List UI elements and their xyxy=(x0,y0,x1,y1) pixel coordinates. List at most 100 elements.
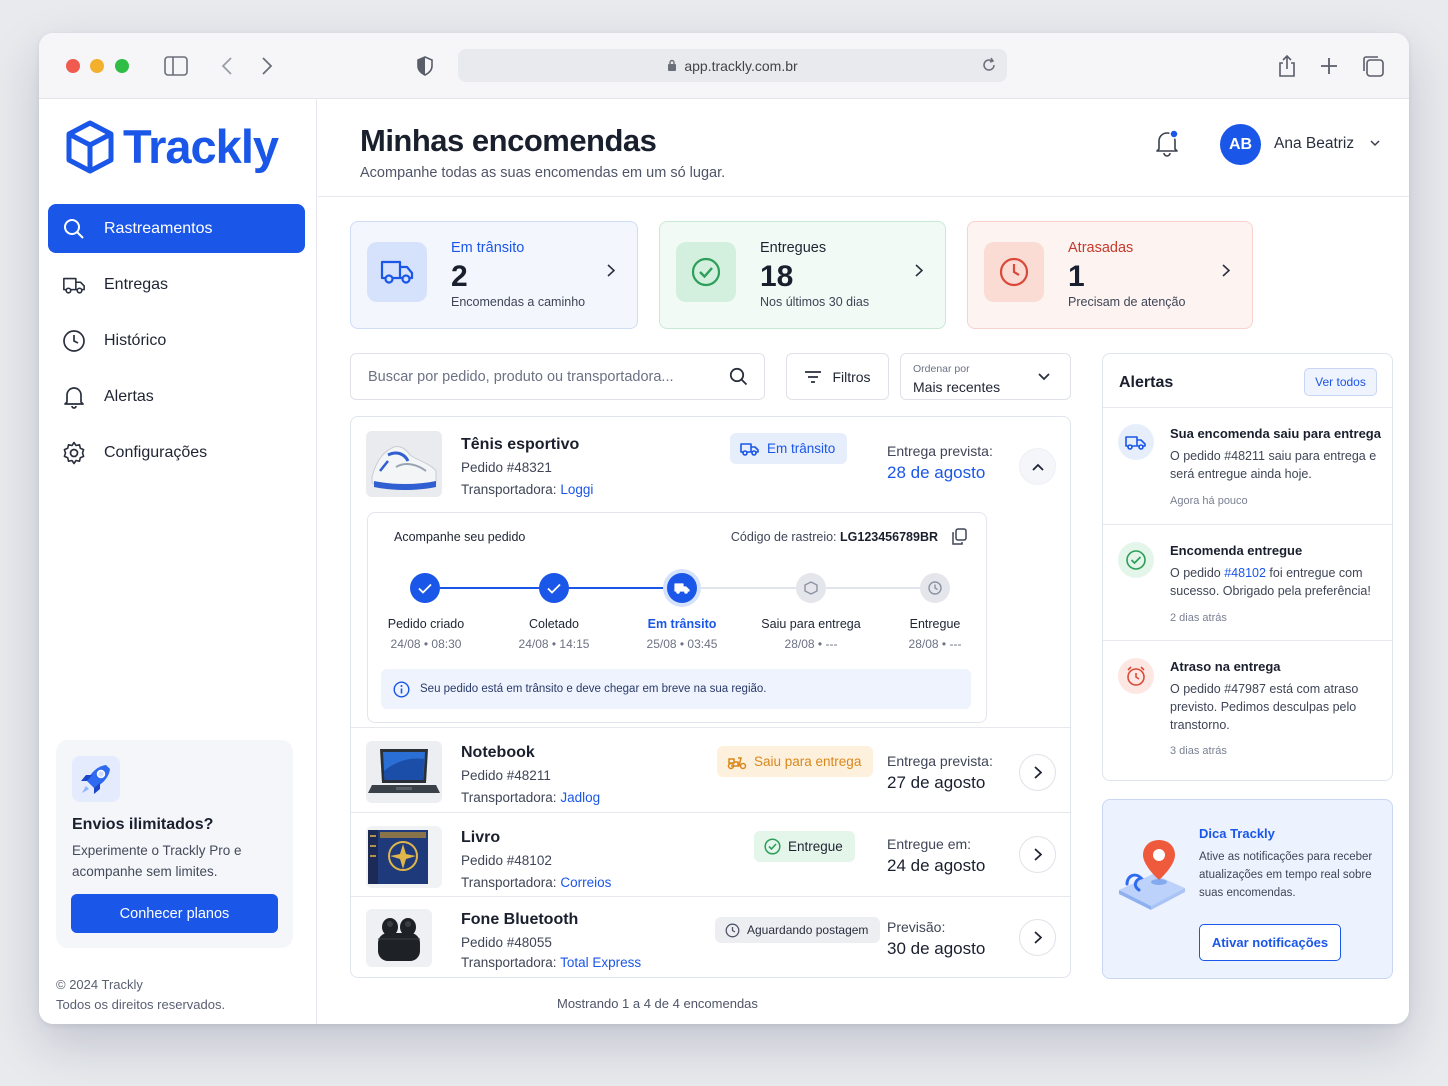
pagination-summary: Mostrando 1 a 4 de 4 encomendas xyxy=(557,996,758,1011)
chevron-down-icon xyxy=(1370,140,1380,147)
view-plans-button[interactable]: Conhecer planos xyxy=(71,894,278,933)
search-input[interactable]: Buscar por pedido, produto ou transporta… xyxy=(350,353,765,400)
list-item[interactable]: Fone Bluetooth Pedido #48055 Transportad… xyxy=(351,897,1070,977)
product-image-book xyxy=(366,826,442,888)
copy-icon[interactable] xyxy=(951,528,967,545)
alert-body: O pedido #48102 foi entregue com sucesso… xyxy=(1170,564,1380,600)
sort-select[interactable]: Ordenar por Mais recentes xyxy=(900,353,1071,400)
status-text: Entregue xyxy=(788,839,843,854)
carrier-link[interactable]: Loggi xyxy=(560,482,593,497)
tabs-overview-icon[interactable] xyxy=(1360,53,1386,79)
logo[interactable]: Trackly xyxy=(65,119,279,174)
collapse-button[interactable] xyxy=(1019,448,1056,485)
view-all-alerts-button[interactable]: Ver todos xyxy=(1304,368,1377,396)
sidebar-item-label: Rastreamentos xyxy=(104,219,213,237)
user-name: Ana Beatriz xyxy=(1274,135,1355,152)
carrier: Transportadora: Correios xyxy=(461,875,611,890)
page-subtitle: Acompanhe todas as suas encomendas em um… xyxy=(360,165,726,181)
close-window-button[interactable] xyxy=(66,59,80,73)
stat-card-in-transit[interactable]: Em trânsito 2 Encomendas a caminho xyxy=(350,221,638,329)
delivery-date: 28 de agosto xyxy=(887,463,986,482)
filters-label: Filtros xyxy=(832,368,871,385)
step-pending-box-icon xyxy=(796,573,826,603)
stat-card-late[interactable]: Atrasadas 1 Precisam de atenção xyxy=(967,221,1253,329)
carrier-label: Transportadora: xyxy=(461,482,557,497)
carrier-link[interactable]: Total Express xyxy=(560,955,641,970)
carrier-link[interactable]: Jadlog xyxy=(560,790,600,805)
product-name: Notebook xyxy=(461,744,535,761)
alert-item[interactable]: Sua encomenda saiu para entrega O pedido… xyxy=(1103,408,1392,524)
user-menu[interactable]: Ana Beatriz xyxy=(1274,135,1380,153)
truck-icon xyxy=(740,442,759,456)
tracking-info-banner: Seu pedido está em trânsito e deve chega… xyxy=(381,669,971,709)
sort-value: Mais recentes xyxy=(913,379,1001,395)
enable-notifications-button[interactable]: Ativar notificações xyxy=(1199,924,1341,961)
sidebar-item-label: Configurações xyxy=(104,443,208,461)
sidebar-item-rastreamentos[interactable]: Rastreamentos xyxy=(48,204,305,253)
list-item[interactable]: Tênis esportivo Pedido #48321 Transporta… xyxy=(351,417,1070,727)
shield-icon[interactable] xyxy=(412,53,438,79)
sidebar-item-historico[interactable]: Histórico xyxy=(48,316,305,365)
tip-text: Ative as notificações para receber atual… xyxy=(1199,851,1373,899)
chevron-right-icon xyxy=(1222,264,1231,282)
minimize-window-button[interactable] xyxy=(90,59,104,73)
step-date: 24/08 • 14:15 xyxy=(518,637,590,651)
search-placeholder: Buscar por pedido, produto ou transporta… xyxy=(368,368,674,385)
product-image-sneaker xyxy=(366,431,442,497)
back-icon[interactable] xyxy=(214,53,240,79)
sidebar-item-alertas[interactable]: Alertas xyxy=(48,372,305,421)
expand-button[interactable] xyxy=(1019,919,1056,956)
alert-item[interactable]: Atraso na entrega O pedido #47987 está c… xyxy=(1103,641,1392,779)
share-icon[interactable] xyxy=(1274,53,1300,79)
delivery-date: 27 de agosto xyxy=(887,773,986,792)
step-date: 28/08 • --- xyxy=(908,637,962,651)
alert-time: Agora há pouco xyxy=(1170,495,1248,507)
order-id: Pedido #48321 xyxy=(461,460,552,475)
expand-button[interactable] xyxy=(1019,754,1056,791)
stat-card-delivered[interactable]: Entregues 18 Nos últimos 30 dias xyxy=(659,221,946,329)
stat-note: Precisam de atenção xyxy=(1068,295,1186,309)
info-icon xyxy=(393,680,410,698)
scooter-icon xyxy=(727,756,747,769)
sidebar-item-configuracoes[interactable]: Configurações xyxy=(48,428,305,477)
check-circle-icon xyxy=(676,242,736,302)
forward-icon[interactable] xyxy=(254,53,280,79)
status-text: Saiu para entrega xyxy=(754,754,862,769)
alert-title: Sua encomenda saiu para entrega xyxy=(1170,426,1381,441)
order-id: Pedido #48211 xyxy=(461,768,551,783)
truck-icon xyxy=(367,242,427,302)
list-item[interactable]: Livro Pedido #48102 Transportadora: Corr… xyxy=(351,813,1070,896)
sidebar-item-entregas[interactable]: Entregas xyxy=(48,260,305,309)
step-pending-clock-icon xyxy=(920,573,950,603)
product-image-earbuds xyxy=(366,909,432,967)
reload-icon[interactable] xyxy=(981,57,997,73)
alert-item[interactable]: Encomenda entregue O pedido #48102 foi e… xyxy=(1103,525,1392,640)
chevron-right-icon xyxy=(1033,848,1042,861)
sidebar-toggle-icon[interactable] xyxy=(163,53,189,79)
promo-title: Envios ilimitados? xyxy=(72,816,214,833)
copyright: © 2024 Trackly Todos os direitos reserva… xyxy=(56,975,225,1015)
gear-icon xyxy=(62,441,86,465)
step-label: Pedido criado xyxy=(387,617,465,631)
alerts-panel: Alertas Ver todos Sua encomenda saiu par… xyxy=(1102,353,1393,781)
alert-time: 2 dias atrás xyxy=(1170,612,1227,624)
order-link[interactable]: #48102 xyxy=(1224,566,1266,580)
carrier-label: Transportadora: xyxy=(461,875,557,890)
carrier-label: Transportadora: xyxy=(461,955,557,970)
info-text: Seu pedido está em trânsito e deve chega… xyxy=(420,683,767,695)
avatar[interactable]: AB xyxy=(1220,124,1261,165)
filters-button[interactable]: Filtros xyxy=(786,353,889,400)
notifications-bell-icon[interactable] xyxy=(1154,129,1180,157)
carrier-link[interactable]: Correios xyxy=(560,875,611,890)
tracking-code-label: Código de rastreio: xyxy=(730,530,837,544)
chevron-right-icon xyxy=(607,264,616,282)
address-bar[interactable]: app.trackly.com.br xyxy=(458,49,1007,82)
stat-note: Nos últimos 30 dias xyxy=(760,295,870,309)
truck-icon xyxy=(62,273,86,297)
list-item[interactable]: Notebook Pedido #48211 Transportadora: J… xyxy=(351,728,1070,812)
status-badge: Entregue xyxy=(754,831,855,862)
search-icon[interactable] xyxy=(729,367,748,386)
maximize-window-button[interactable] xyxy=(115,59,129,73)
new-tab-icon[interactable] xyxy=(1316,53,1342,79)
expand-button[interactable] xyxy=(1019,836,1056,873)
